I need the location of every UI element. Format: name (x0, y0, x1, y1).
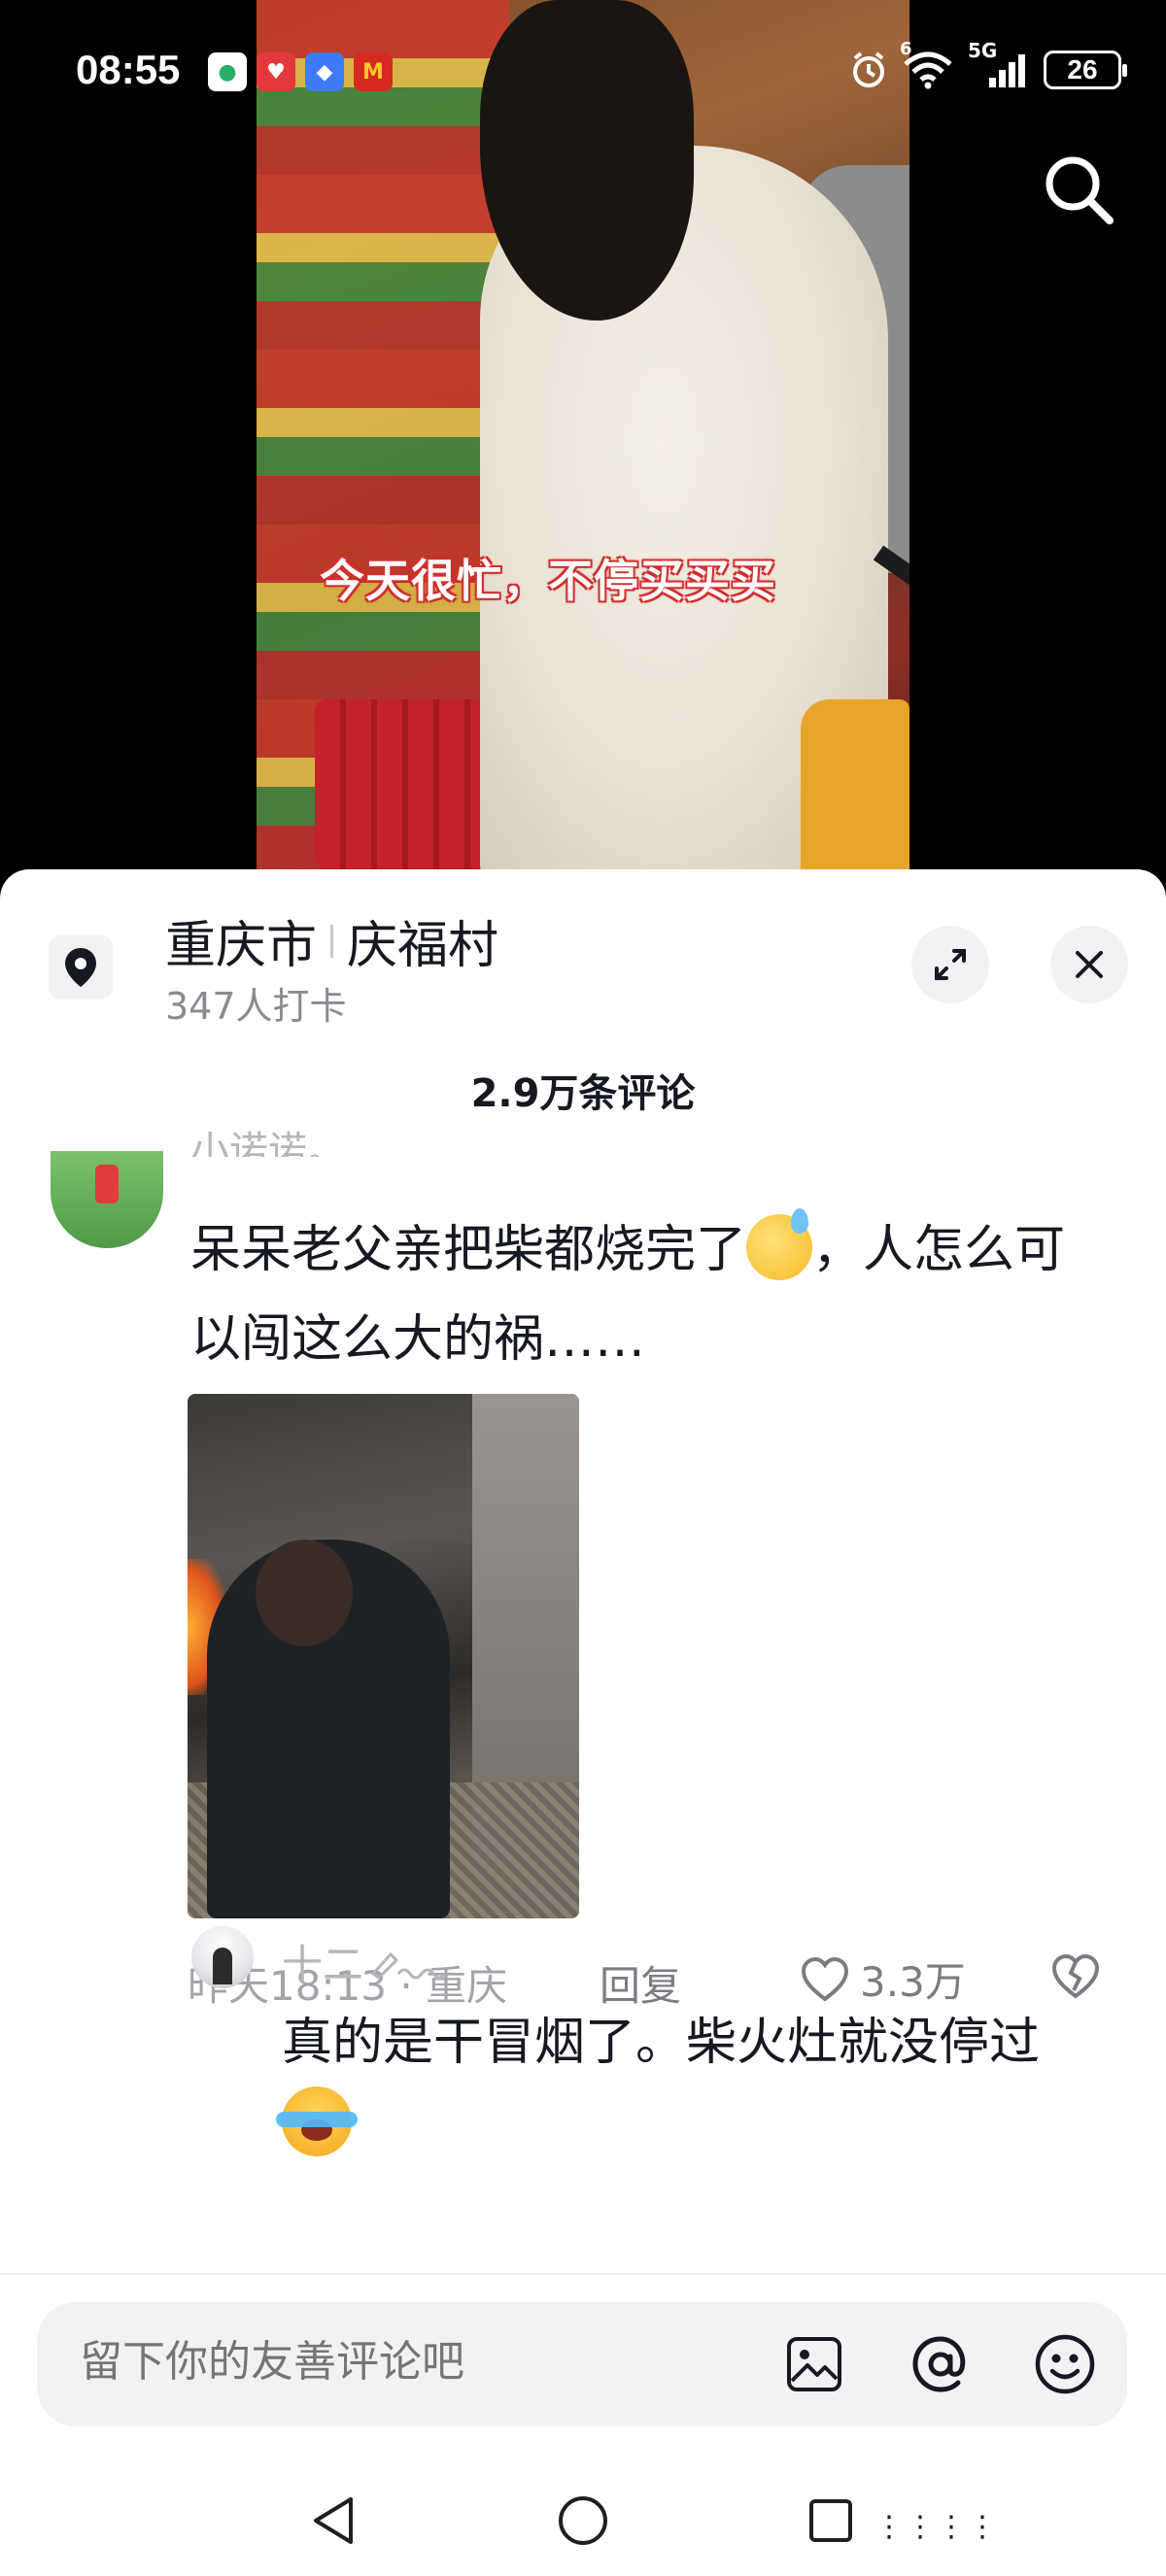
pencil-doodle-icon (370, 1951, 447, 1980)
location-header[interactable]: 重庆市 庆福村 347人打卡 (0, 869, 1166, 1064)
status-bar: 08:55 ● ♥ ◆ M 6 5G 26 (0, 39, 1166, 107)
expand-button[interactable] (911, 926, 989, 1003)
status-indicators: 6 5G 26 (849, 39, 1127, 89)
battery-indicator: 26 (1044, 51, 1127, 89)
comment-input-box[interactable] (37, 2302, 1127, 2426)
like-button[interactable]: 3.3万 (800, 1949, 966, 2009)
alarm-icon (853, 51, 884, 87)
video-frame[interactable] (257, 0, 909, 869)
wifi-level: 6 (900, 39, 912, 59)
home-circle-icon (559, 2496, 607, 2545)
like-count: 3.3万 (860, 1958, 966, 2006)
sweat-smile-emoji-icon (746, 1208, 813, 1280)
status-app-icons: ● ♥ ◆ M (208, 52, 393, 91)
emoji-button[interactable] (1026, 2325, 1104, 2403)
network-type: 5G (968, 39, 998, 62)
recents-button[interactable] (797, 2487, 865, 2555)
notification-heart-icon: ♥ (257, 52, 295, 91)
wifi-icon: 6 (900, 39, 954, 89)
cellular-signal-icon: 5G (968, 39, 1030, 89)
close-button[interactable] (1050, 926, 1128, 1003)
comment-image[interactable] (188, 1394, 579, 1918)
expand-icon (935, 949, 966, 980)
image-person-head (256, 1540, 353, 1646)
location-place: 庆福村 (347, 917, 499, 975)
comment-panel: 重庆市 庆福村 347人打卡 2.9万条评论 小诺诺。 呆呆老父亲把柴都烧完了，… (0, 869, 1166, 2576)
video-player[interactable]: 今天很忙，不停买买买 08:55 ● ♥ ◆ M 6 5G 26 (0, 0, 1166, 874)
video-subtitle: 今天很忙，不停买买买 (320, 555, 776, 607)
nav-watermark: ⋮⋮⋮⋮ (874, 2510, 999, 2544)
app-gallery-icon: ◆ (305, 52, 344, 91)
location-title[interactable]: 重庆市 庆福村 (165, 904, 498, 977)
image-picker-button[interactable] (775, 2325, 853, 2403)
mcdonalds-icon: M (354, 52, 393, 91)
close-icon (1076, 951, 1103, 978)
status-time: 08:55 (76, 47, 181, 92)
at-sign-icon (912, 2336, 966, 2392)
comment-text[interactable]: 呆呆老父亲把柴都烧完了 ，人怎么可以闯这么大的祸…… (190, 1205, 1104, 1384)
avatar[interactable] (51, 1151, 163, 1248)
home-button[interactable] (549, 2487, 617, 2555)
broken-heart-icon (1051, 1953, 1100, 1999)
reply-text[interactable]: 真的是干冒烟了。柴火灶就没停过 (276, 2002, 1127, 2165)
smiley-icon (1035, 2334, 1095, 2394)
reply-username-text: 十二 (282, 1941, 364, 1988)
location-checkins: 347人打卡 (165, 985, 347, 1028)
comment-count-title: 2.9万条评论 (470, 1071, 696, 1116)
heart-icon (801, 1956, 849, 2002)
back-button[interactable] (299, 2487, 367, 2555)
comment-text-main: 呆呆老父亲把柴都烧完了 (190, 1221, 747, 1279)
location-separator (330, 924, 334, 958)
comment-input-bar (0, 2273, 1166, 2448)
crying-laugh-emoji-icon (276, 2086, 358, 2156)
video-yellow-bag (801, 699, 909, 869)
location-pin-icon (49, 935, 113, 1000)
reply-text-main: 真的是干冒烟了。柴火灶就没停过 (282, 2014, 1041, 2072)
reply-username[interactable]: 十二 (282, 1932, 447, 1991)
comment-input[interactable] (80, 2337, 760, 2387)
search-icon[interactable] (1040, 151, 1117, 228)
recents-square-icon (809, 2499, 852, 2542)
comment-username[interactable]: 小诺诺。 (190, 1122, 346, 1157)
back-triangle-icon (314, 2497, 353, 2544)
image-icon (787, 2337, 841, 2391)
mention-button[interactable] (902, 2325, 979, 2403)
reply-avatar[interactable] (191, 1926, 254, 1988)
system-nav-bar: ⋮⋮⋮⋮ (0, 2448, 1166, 2576)
location-city: 重庆市 (165, 917, 318, 975)
wechat-icon: ● (208, 52, 247, 91)
